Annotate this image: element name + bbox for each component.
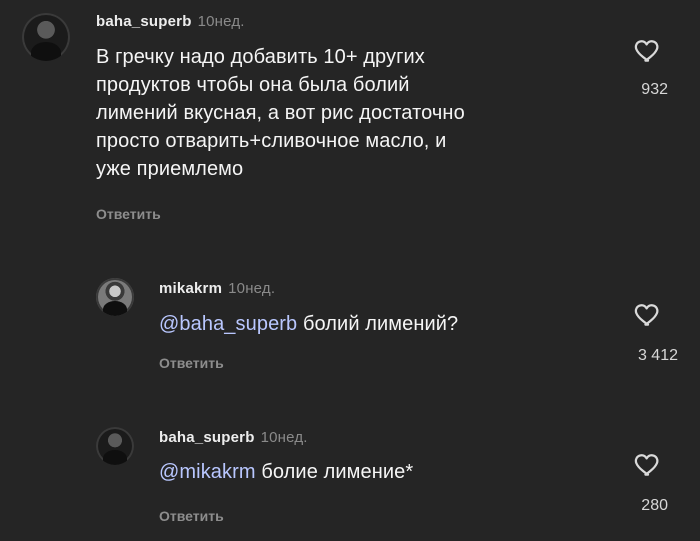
reply-button[interactable]: Ответить — [159, 355, 224, 371]
comment-text-line: болие лимение* — [255, 461, 414, 483]
comment-text: @baha_superb болий лимений? — [159, 310, 579, 338]
heart-icon[interactable] — [633, 299, 663, 329]
comment-text: @mikakrm болие лимение* — [159, 458, 579, 486]
comment-username[interactable]: baha_superb 10нед. — [159, 429, 308, 446]
heart-icon[interactable] — [633, 35, 663, 65]
mention-link[interactable]: @mikakrm — [159, 461, 256, 483]
comment-text: В гречку надо добавить 10+ других продук… — [96, 43, 596, 183]
comment-text-line: просто отварить+сливочное масло, и — [96, 130, 447, 152]
username-text[interactable]: baha_superb — [96, 13, 192, 30]
avatar[interactable] — [96, 427, 134, 465]
comment-text-line: В гречку надо добавить 10+ других — [96, 46, 425, 68]
comment-text-line: лимений вкусная, а вот рис достаточно — [96, 102, 465, 124]
timestamp: 10нед. — [197, 13, 245, 30]
like-count: 280 — [641, 497, 668, 514]
comment-username[interactable]: baha_superb 10нед. — [96, 13, 245, 30]
heart-icon[interactable] — [633, 449, 663, 479]
username-text[interactable]: mikakrm — [159, 280, 222, 297]
mention-link[interactable]: @baha_superb — [159, 313, 297, 335]
comment-text-line: болий лимений? — [297, 313, 459, 335]
comment-username[interactable]: mikakrm 10нед. — [159, 280, 275, 297]
avatar[interactable] — [22, 13, 70, 61]
comment-text-line: уже приемлемо — [96, 158, 244, 180]
timestamp: 10нед. — [260, 429, 308, 446]
like-count: 932 — [641, 81, 668, 98]
avatar[interactable] — [96, 278, 134, 316]
like-count: 3 412 — [637, 347, 678, 364]
username-text[interactable]: baha_superb — [159, 429, 255, 446]
reply-button[interactable]: Ответить — [159, 508, 224, 524]
reply-button[interactable]: Ответить — [96, 206, 161, 222]
comment-text-line: продуктов чтобы она была болий — [96, 74, 410, 96]
timestamp: 10нед. — [228, 280, 276, 297]
